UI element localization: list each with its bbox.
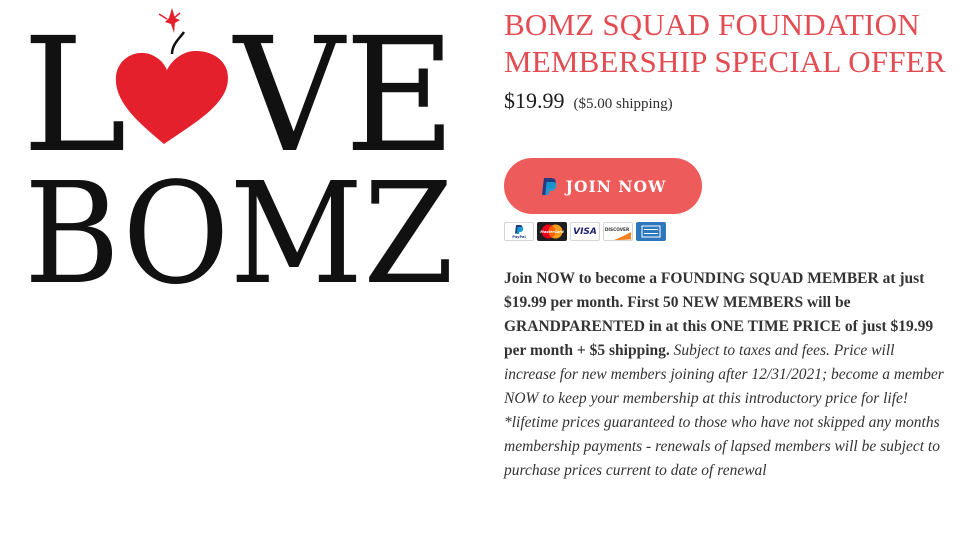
amex-card-icon <box>636 222 666 241</box>
visa-card-icon: VISA <box>570 222 600 241</box>
terms-text: Subject to taxes and fees. Price will in… <box>504 342 944 479</box>
product-description: Join NOW to become a FOUNDING SQUAD MEMB… <box>504 267 944 483</box>
paypal-card-icon: PayPal <box>504 222 534 241</box>
svg-text:MasterCard: MasterCard <box>540 230 564 234</box>
love-bomz-logo: L VE BOMZ <box>22 4 458 290</box>
shipping-cost: ($5.00 shipping) <box>573 96 673 112</box>
title-line-2: MEMBERSHIP SPECIAL OFFER <box>504 44 946 79</box>
paypal-icon <box>541 178 557 195</box>
logo-graphic: L VE BOMZ <box>22 4 456 290</box>
discover-card-icon: DISCOVER <box>603 222 633 241</box>
join-now-label: JOIN NOW <box>565 176 667 196</box>
product-price: $19.99 <box>504 88 565 113</box>
svg-text:PayPal: PayPal <box>512 235 525 239</box>
payment-cards: PayPal MasterCard VISA DISCOVER <box>504 222 954 241</box>
logo-word-bomz: BOMZ <box>24 153 454 290</box>
bomb-heart-icon <box>115 8 228 144</box>
svg-text:DISCOVER: DISCOVER <box>605 227 630 233</box>
title-line-1: BOMZ SQUAD FOUNDATION <box>504 7 920 42</box>
product-title: BOMZ SQUAD FOUNDATION MEMBERSHIP SPECIAL… <box>504 6 954 80</box>
join-now-button[interactable]: JOIN NOW <box>504 158 702 214</box>
product-panel: BOMZ SQUAD FOUNDATION MEMBERSHIP SPECIAL… <box>504 6 954 483</box>
mastercard-card-icon: MasterCard <box>537 222 567 241</box>
price-row: $19.99 ($5.00 shipping) <box>504 88 954 114</box>
